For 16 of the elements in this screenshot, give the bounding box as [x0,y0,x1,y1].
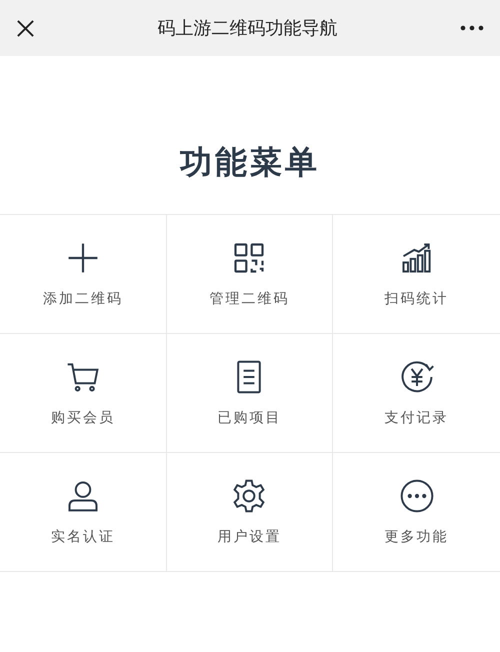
menu-item[interactable]: 已购项目 [166,334,334,453]
menu-item[interactable]: 管理二维码 [166,215,334,334]
menu-item[interactable]: 支付记录 [333,334,500,453]
nav-title: 码上游二维码功能导航 [156,17,338,40]
close-icon[interactable] [16,18,35,38]
menu-item[interactable]: 更多功能 [333,453,500,572]
more-circle-icon [398,478,435,514]
yen-circle-icon [398,359,435,395]
menu-item[interactable]: 购买会员 [0,334,167,453]
menu-heading: 功能菜单 [178,142,321,183]
menu-item[interactable]: 扫码统计 [333,215,500,334]
gear-icon [231,478,268,514]
menu-item[interactable]: 实名认证 [0,453,167,572]
menu-item[interactable]: 用户设置 [166,453,334,572]
more-icon[interactable] [460,25,484,31]
menu-item[interactable]: 添加二维码 [0,215,167,334]
